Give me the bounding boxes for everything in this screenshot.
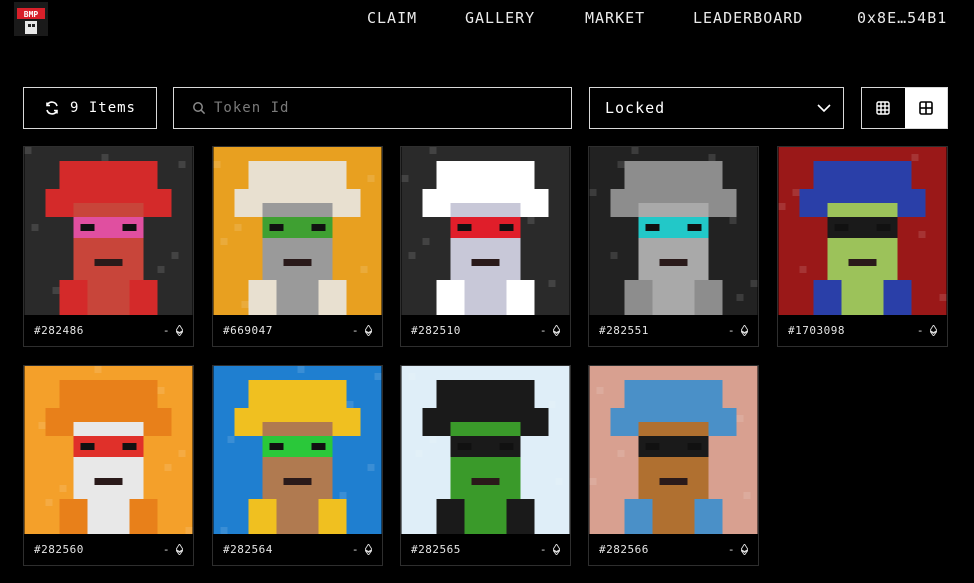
token-id-label: #282486	[34, 324, 84, 337]
items-count-label: 9 Items	[69, 100, 136, 116]
nft-artwork	[589, 366, 758, 534]
eth-icon	[741, 544, 748, 555]
nav-market[interactable]: MARKET	[585, 9, 645, 29]
nft-artwork	[589, 147, 758, 315]
token-id-label: #669047	[223, 324, 273, 337]
eth-icon	[553, 544, 560, 555]
price-value: -	[351, 324, 359, 337]
lock-status-value: Locked	[605, 99, 666, 117]
eth-icon	[365, 544, 372, 555]
nft-card[interactable]: #1703098 -	[777, 146, 948, 347]
nft-card[interactable]: #282560 -	[23, 365, 194, 566]
price-display: -	[540, 543, 560, 556]
token-id-label: #282565	[411, 543, 461, 556]
nft-artwork	[24, 147, 193, 315]
card-footer: #282565 -	[401, 534, 570, 565]
price-display: -	[728, 324, 748, 337]
card-footer: #282566 -	[589, 534, 758, 565]
price-value: -	[162, 324, 170, 337]
chevron-down-icon	[817, 103, 831, 112]
token-search-box[interactable]	[173, 87, 572, 129]
blue-flame-art	[213, 366, 382, 534]
price-value: -	[727, 543, 735, 556]
token-id-label: #282560	[34, 543, 84, 556]
price-value: -	[727, 324, 735, 337]
token-id-label: #1703098	[788, 324, 845, 337]
card-footer: #282560 -	[24, 534, 193, 565]
nav-claim[interactable]: CLAIM	[367, 9, 417, 29]
shiba-hat-art	[24, 366, 193, 534]
eth-icon	[553, 325, 560, 336]
nft-artwork	[401, 366, 570, 534]
price-display: -	[352, 324, 372, 337]
cow-bmp-art	[401, 147, 570, 315]
card-footer: #1703098 -	[778, 315, 947, 346]
search-icon	[193, 102, 206, 115]
nft-card[interactable]: #282551 -	[588, 146, 759, 347]
grid-small-icon	[876, 101, 890, 115]
wizard-art	[778, 147, 947, 315]
price-value: -	[351, 543, 359, 556]
price-display: -	[728, 543, 748, 556]
price-display: -	[163, 324, 183, 337]
nft-card[interactable]: #669047 -	[212, 146, 383, 347]
lock-status-select[interactable]: Locked	[589, 87, 844, 129]
svg-text:BMP: BMP	[24, 10, 39, 19]
grid-small-view-button[interactable]	[862, 88, 905, 128]
price-value: -	[539, 543, 547, 556]
refresh-items-button[interactable]: 9 Items	[23, 87, 157, 129]
card-footer: #669047 -	[213, 315, 382, 346]
nav-gallery[interactable]: GALLERY	[465, 9, 535, 29]
price-display: -	[540, 324, 560, 337]
card-footer: #282486 -	[24, 315, 193, 346]
token-id-label: #282551	[599, 324, 649, 337]
bmp-logo[interactable]: BMP	[14, 2, 48, 36]
eth-icon	[741, 325, 748, 336]
nft-card[interactable]: #282566 -	[588, 365, 759, 566]
nft-artwork	[778, 147, 947, 315]
price-value: -	[539, 324, 547, 337]
rainbow-robot-art	[213, 147, 382, 315]
card-footer: #282564 -	[213, 534, 382, 565]
view-toggle[interactable]	[861, 87, 948, 129]
nft-card[interactable]: #282486 -	[23, 146, 194, 347]
green-apple-art	[401, 366, 570, 534]
price-value: -	[162, 543, 170, 556]
nft-artwork	[213, 366, 382, 534]
nft-card[interactable]: #282565 -	[400, 365, 571, 566]
shark-hat-art	[589, 147, 758, 315]
price-display: -	[163, 543, 183, 556]
wallet-address-button[interactable]: 0x8E…54B1	[857, 9, 947, 29]
token-id-label: #282566	[599, 543, 649, 556]
nft-artwork	[401, 147, 570, 315]
blue-hood-art	[589, 366, 758, 534]
price-display: -	[352, 543, 372, 556]
card-footer: #282510 -	[401, 315, 570, 346]
nft-card[interactable]: #282510 -	[400, 146, 571, 347]
eth-icon	[365, 325, 372, 336]
nft-artwork	[213, 147, 382, 315]
token-id-label: #282564	[223, 543, 273, 556]
grid-large-view-button[interactable]	[904, 88, 947, 128]
eth-icon	[930, 325, 937, 336]
eth-icon	[176, 325, 183, 336]
eth-icon	[176, 544, 183, 555]
token-id-label: #282510	[411, 324, 461, 337]
price-display: -	[917, 324, 937, 337]
card-footer: #282551 -	[589, 315, 758, 346]
token-id-input[interactable]	[214, 100, 554, 116]
refresh-icon	[46, 101, 58, 115]
octopus-hat-art	[24, 147, 193, 315]
nft-artwork	[24, 366, 193, 534]
price-value: -	[916, 324, 924, 337]
nav-leaderboard[interactable]: LEADERBOARD	[693, 9, 803, 29]
nft-card[interactable]: #282564 -	[212, 365, 383, 566]
grid-large-icon	[918, 101, 933, 115]
